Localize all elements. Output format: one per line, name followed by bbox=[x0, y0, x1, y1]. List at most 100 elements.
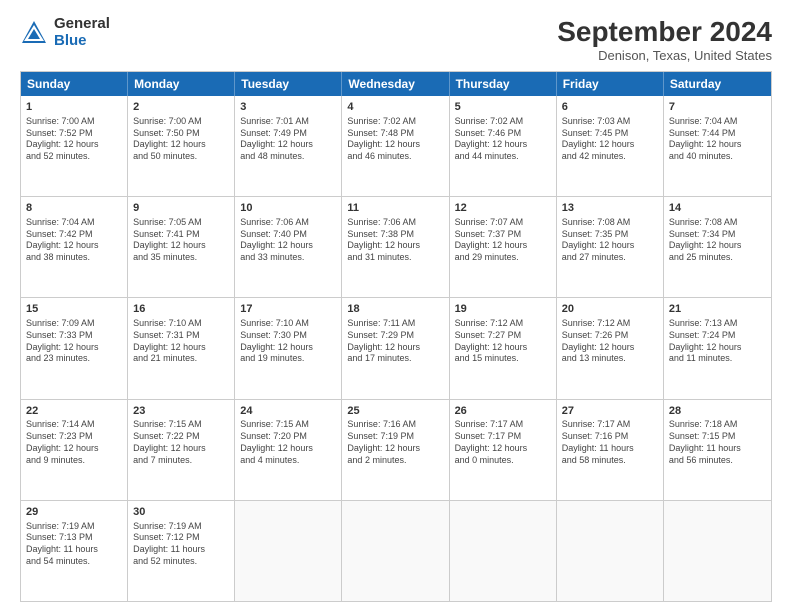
empty-cell bbox=[450, 501, 557, 601]
day-info: Sunrise: 7:17 AM Sunset: 7:17 PM Dayligh… bbox=[455, 419, 551, 466]
day-info: Sunrise: 7:12 AM Sunset: 7:27 PM Dayligh… bbox=[455, 318, 551, 365]
day-27: 27Sunrise: 7:17 AM Sunset: 7:16 PM Dayli… bbox=[557, 400, 664, 500]
empty-cell bbox=[235, 501, 342, 601]
day-number: 19 bbox=[455, 302, 551, 317]
day-number: 12 bbox=[455, 201, 551, 216]
day-info: Sunrise: 7:13 AM Sunset: 7:24 PM Dayligh… bbox=[669, 318, 766, 365]
day-25: 25Sunrise: 7:16 AM Sunset: 7:19 PM Dayli… bbox=[342, 400, 449, 500]
logo-icon bbox=[20, 19, 48, 47]
day-number: 7 bbox=[669, 100, 766, 115]
day-info: Sunrise: 7:18 AM Sunset: 7:15 PM Dayligh… bbox=[669, 419, 766, 466]
day-23: 23Sunrise: 7:15 AM Sunset: 7:22 PM Dayli… bbox=[128, 400, 235, 500]
subtitle: Denison, Texas, United States bbox=[557, 48, 772, 63]
header-tuesday: Tuesday bbox=[235, 72, 342, 96]
day-info: Sunrise: 7:02 AM Sunset: 7:48 PM Dayligh… bbox=[347, 116, 443, 163]
calendar-body: 1Sunrise: 7:00 AM Sunset: 7:52 PM Daylig… bbox=[21, 96, 771, 601]
day-info: Sunrise: 7:07 AM Sunset: 7:37 PM Dayligh… bbox=[455, 217, 551, 264]
empty-cell bbox=[664, 501, 771, 601]
day-info: Sunrise: 7:14 AM Sunset: 7:23 PM Dayligh… bbox=[26, 419, 122, 466]
day-12: 12Sunrise: 7:07 AM Sunset: 7:37 PM Dayli… bbox=[450, 197, 557, 297]
day-5: 5Sunrise: 7:02 AM Sunset: 7:46 PM Daylig… bbox=[450, 96, 557, 196]
calendar: Sunday Monday Tuesday Wednesday Thursday… bbox=[20, 71, 772, 602]
day-number: 28 bbox=[669, 404, 766, 419]
day-number: 11 bbox=[347, 201, 443, 216]
header-monday: Monday bbox=[128, 72, 235, 96]
day-number: 26 bbox=[455, 404, 551, 419]
day-info: Sunrise: 7:19 AM Sunset: 7:13 PM Dayligh… bbox=[26, 521, 122, 568]
day-number: 10 bbox=[240, 201, 336, 216]
logo-blue-text: Blue bbox=[54, 33, 110, 50]
day-info: Sunrise: 7:01 AM Sunset: 7:49 PM Dayligh… bbox=[240, 116, 336, 163]
empty-cell bbox=[557, 501, 664, 601]
day-number: 25 bbox=[347, 404, 443, 419]
day-info: Sunrise: 7:11 AM Sunset: 7:29 PM Dayligh… bbox=[347, 318, 443, 365]
day-14: 14Sunrise: 7:08 AM Sunset: 7:34 PM Dayli… bbox=[664, 197, 771, 297]
day-26: 26Sunrise: 7:17 AM Sunset: 7:17 PM Dayli… bbox=[450, 400, 557, 500]
day-info: Sunrise: 7:04 AM Sunset: 7:44 PM Dayligh… bbox=[669, 116, 766, 163]
day-9: 9Sunrise: 7:05 AM Sunset: 7:41 PM Daylig… bbox=[128, 197, 235, 297]
empty-cell bbox=[342, 501, 449, 601]
day-number: 4 bbox=[347, 100, 443, 115]
day-24: 24Sunrise: 7:15 AM Sunset: 7:20 PM Dayli… bbox=[235, 400, 342, 500]
day-info: Sunrise: 7:17 AM Sunset: 7:16 PM Dayligh… bbox=[562, 419, 658, 466]
day-10: 10Sunrise: 7:06 AM Sunset: 7:40 PM Dayli… bbox=[235, 197, 342, 297]
day-number: 21 bbox=[669, 302, 766, 317]
day-number: 23 bbox=[133, 404, 229, 419]
day-28: 28Sunrise: 7:18 AM Sunset: 7:15 PM Dayli… bbox=[664, 400, 771, 500]
day-number: 30 bbox=[133, 505, 229, 520]
day-11: 11Sunrise: 7:06 AM Sunset: 7:38 PM Dayli… bbox=[342, 197, 449, 297]
header-sunday: Sunday bbox=[21, 72, 128, 96]
day-number: 14 bbox=[669, 201, 766, 216]
day-number: 2 bbox=[133, 100, 229, 115]
day-16: 16Sunrise: 7:10 AM Sunset: 7:31 PM Dayli… bbox=[128, 298, 235, 398]
day-29: 29Sunrise: 7:19 AM Sunset: 7:13 PM Dayli… bbox=[21, 501, 128, 601]
day-19: 19Sunrise: 7:12 AM Sunset: 7:27 PM Dayli… bbox=[450, 298, 557, 398]
day-info: Sunrise: 7:00 AM Sunset: 7:52 PM Dayligh… bbox=[26, 116, 122, 163]
day-21: 21Sunrise: 7:13 AM Sunset: 7:24 PM Dayli… bbox=[664, 298, 771, 398]
day-number: 27 bbox=[562, 404, 658, 419]
day-number: 22 bbox=[26, 404, 122, 419]
day-6: 6Sunrise: 7:03 AM Sunset: 7:45 PM Daylig… bbox=[557, 96, 664, 196]
day-info: Sunrise: 7:06 AM Sunset: 7:40 PM Dayligh… bbox=[240, 217, 336, 264]
logo-general-text: General bbox=[54, 16, 110, 33]
day-info: Sunrise: 7:10 AM Sunset: 7:30 PM Dayligh… bbox=[240, 318, 336, 365]
day-info: Sunrise: 7:06 AM Sunset: 7:38 PM Dayligh… bbox=[347, 217, 443, 264]
calendar-header: Sunday Monday Tuesday Wednesday Thursday… bbox=[21, 72, 771, 96]
header-wednesday: Wednesday bbox=[342, 72, 449, 96]
header: General Blue September 2024 Denison, Tex… bbox=[20, 16, 772, 63]
day-30: 30Sunrise: 7:19 AM Sunset: 7:12 PM Dayli… bbox=[128, 501, 235, 601]
day-18: 18Sunrise: 7:11 AM Sunset: 7:29 PM Dayli… bbox=[342, 298, 449, 398]
day-info: Sunrise: 7:16 AM Sunset: 7:19 PM Dayligh… bbox=[347, 419, 443, 466]
day-number: 13 bbox=[562, 201, 658, 216]
day-info: Sunrise: 7:19 AM Sunset: 7:12 PM Dayligh… bbox=[133, 521, 229, 568]
day-4: 4Sunrise: 7:02 AM Sunset: 7:48 PM Daylig… bbox=[342, 96, 449, 196]
week-row-1: 1Sunrise: 7:00 AM Sunset: 7:52 PM Daylig… bbox=[21, 96, 771, 197]
day-7: 7Sunrise: 7:04 AM Sunset: 7:44 PM Daylig… bbox=[664, 96, 771, 196]
day-1: 1Sunrise: 7:00 AM Sunset: 7:52 PM Daylig… bbox=[21, 96, 128, 196]
week-row-2: 8Sunrise: 7:04 AM Sunset: 7:42 PM Daylig… bbox=[21, 197, 771, 298]
day-number: 6 bbox=[562, 100, 658, 115]
logo-text: General Blue bbox=[54, 16, 110, 49]
logo: General Blue bbox=[20, 16, 110, 49]
header-thursday: Thursday bbox=[450, 72, 557, 96]
day-number: 29 bbox=[26, 505, 122, 520]
day-info: Sunrise: 7:12 AM Sunset: 7:26 PM Dayligh… bbox=[562, 318, 658, 365]
day-number: 24 bbox=[240, 404, 336, 419]
day-20: 20Sunrise: 7:12 AM Sunset: 7:26 PM Dayli… bbox=[557, 298, 664, 398]
day-info: Sunrise: 7:15 AM Sunset: 7:20 PM Dayligh… bbox=[240, 419, 336, 466]
day-info: Sunrise: 7:05 AM Sunset: 7:41 PM Dayligh… bbox=[133, 217, 229, 264]
day-info: Sunrise: 7:15 AM Sunset: 7:22 PM Dayligh… bbox=[133, 419, 229, 466]
day-info: Sunrise: 7:02 AM Sunset: 7:46 PM Dayligh… bbox=[455, 116, 551, 163]
day-number: 1 bbox=[26, 100, 122, 115]
main-title: September 2024 bbox=[557, 16, 772, 48]
day-17: 17Sunrise: 7:10 AM Sunset: 7:30 PM Dayli… bbox=[235, 298, 342, 398]
day-3: 3Sunrise: 7:01 AM Sunset: 7:49 PM Daylig… bbox=[235, 96, 342, 196]
day-number: 18 bbox=[347, 302, 443, 317]
week-row-4: 22Sunrise: 7:14 AM Sunset: 7:23 PM Dayli… bbox=[21, 400, 771, 501]
week-row-3: 15Sunrise: 7:09 AM Sunset: 7:33 PM Dayli… bbox=[21, 298, 771, 399]
day-info: Sunrise: 7:00 AM Sunset: 7:50 PM Dayligh… bbox=[133, 116, 229, 163]
header-saturday: Saturday bbox=[664, 72, 771, 96]
day-number: 15 bbox=[26, 302, 122, 317]
day-number: 8 bbox=[26, 201, 122, 216]
day-info: Sunrise: 7:10 AM Sunset: 7:31 PM Dayligh… bbox=[133, 318, 229, 365]
